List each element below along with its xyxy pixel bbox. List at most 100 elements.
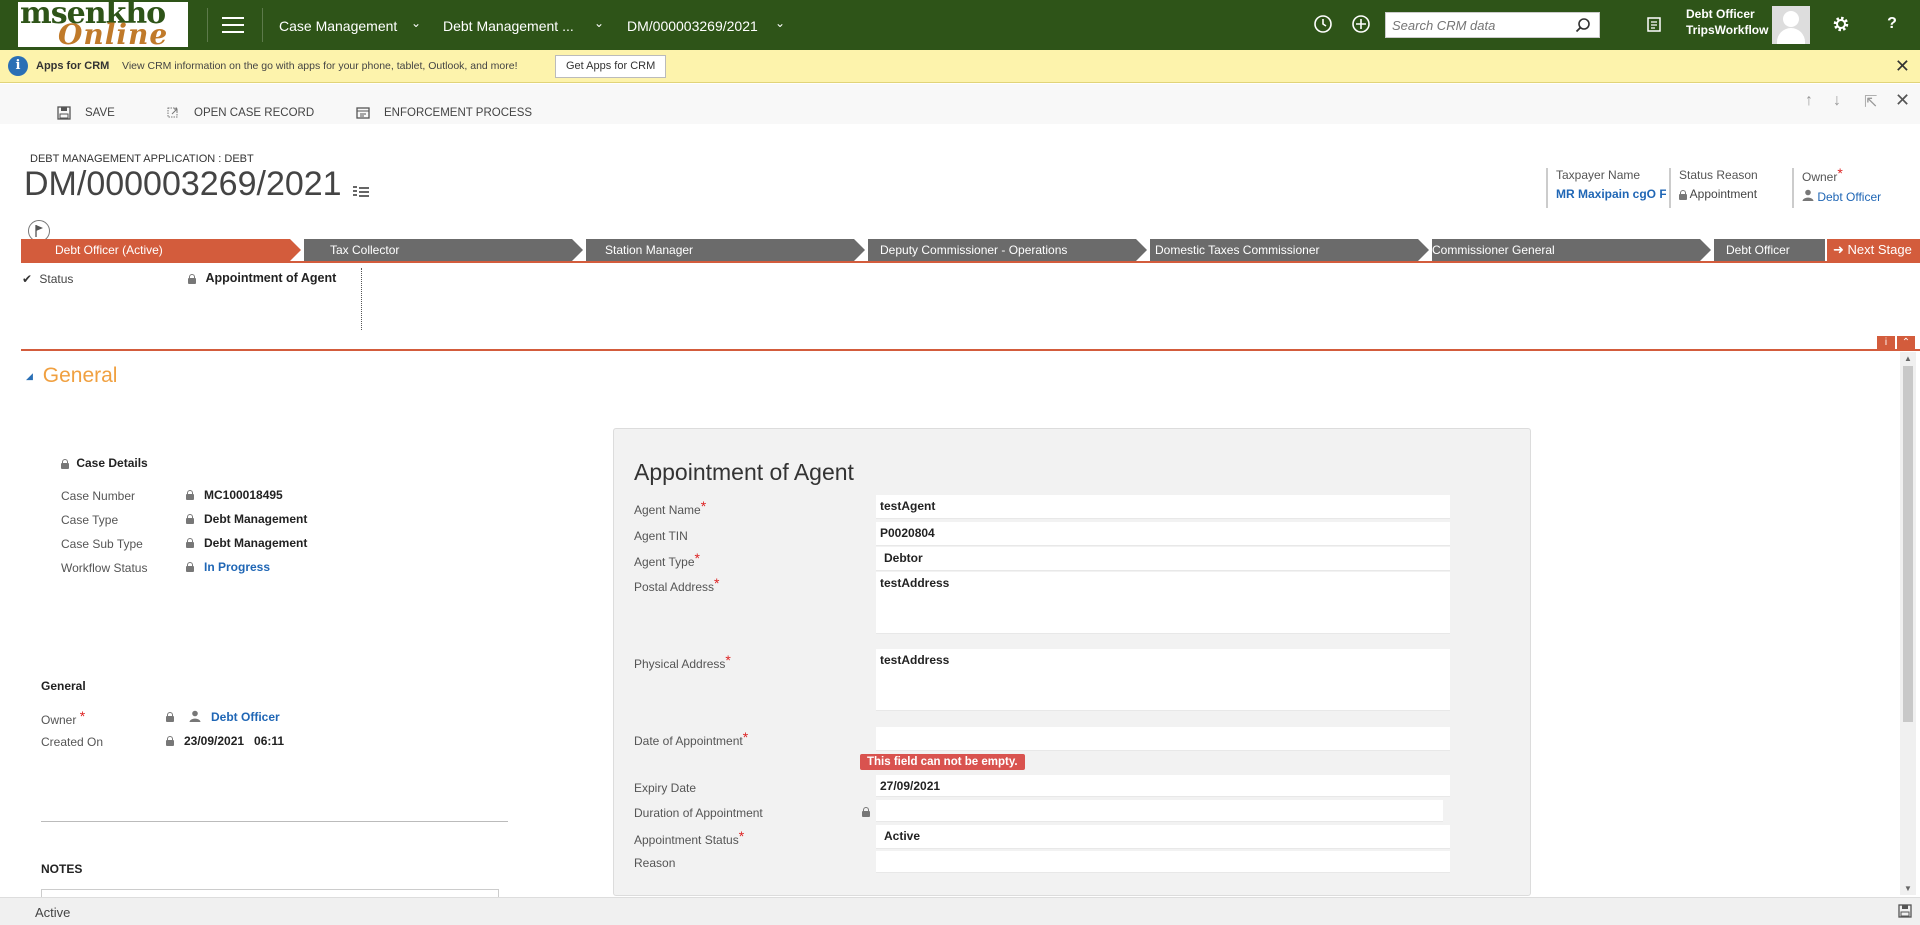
agent-tin-input[interactable]: P0020804 <box>876 522 1450 546</box>
search-box[interactable] <box>1385 12 1600 38</box>
lock-icon <box>1679 189 1687 200</box>
status-label: Status <box>39 272 74 286</box>
recent-history-icon[interactable] <box>1311 12 1335 36</box>
hamburger-menu-icon[interactable] <box>222 17 244 33</box>
case-type-value: Debt Management <box>204 512 308 526</box>
save-label: SAVE <box>85 107 115 119</box>
enforcement-process-button[interactable]: ENFORCEMENT PROCESS <box>356 106 532 120</box>
case-details-title: Case Details <box>61 456 148 470</box>
stage-divider <box>361 268 362 330</box>
stage-debt-officer-final[interactable]: Debt Officer <box>1714 239 1825 261</box>
collapse-triangle-icon[interactable]: ◢ <box>26 371 33 381</box>
vertical-scrollbar[interactable]: ▲ ▼ <box>1900 352 1916 895</box>
next-record-icon[interactable]: ↓ <box>1833 92 1841 110</box>
physical-address-label: Physical Address* <box>634 652 731 671</box>
general-section-header[interactable]: ◢ General <box>26 364 117 388</box>
header-owner: Owner* Debt Officer <box>1792 165 1898 208</box>
lock-icon <box>862 807 870 817</box>
date-of-appointment-input[interactable] <box>876 727 1450 751</box>
scroll-up-icon[interactable]: ▲ <box>1904 354 1912 363</box>
close-record-icon[interactable]: ✕ <box>1895 90 1910 111</box>
next-stage-label: Next Stage <box>1847 242 1912 257</box>
physical-address-input[interactable]: testAddress <box>876 649 1450 711</box>
popout-icon[interactable]: ⇱ <box>1864 92 1877 112</box>
date-of-appointment-label: Date of Appointment* <box>634 729 749 748</box>
stage-label: Deputy Commissioner - Operations <box>880 243 1068 257</box>
nav-debt-management[interactable]: Debt Management ... <box>443 18 574 34</box>
search-input[interactable] <box>1386 13 1566 37</box>
next-stage-button[interactable]: ➜ Next Stage <box>1825 239 1920 261</box>
appointment-of-agent-panel: Appointment of Agent Agent Name* testAge… <box>613 428 1531 896</box>
user-info[interactable]: Debt Officer TripsWorkflow <box>1686 6 1768 38</box>
page-title: DM/000003269/2021 <box>24 165 342 203</box>
close-icon[interactable]: ✕ <box>1895 56 1910 77</box>
settings-gear-icon[interactable] <box>1829 12 1853 36</box>
case-sub-type-label: Case Sub Type <box>61 537 143 551</box>
open-case-record-button[interactable]: OPEN CASE RECORD <box>166 106 314 120</box>
footer-save-icon[interactable] <box>1898 904 1912 918</box>
header-field-value-wrap: Appointment <box>1679 187 1769 201</box>
task-list-icon[interactable] <box>1643 12 1667 36</box>
agent-tin-label: Agent TIN <box>634 529 688 543</box>
status-value[interactable]: Appointment of Agent <box>188 271 336 285</box>
stage-commissioner-general[interactable]: Commissioner General <box>1432 239 1714 261</box>
check-icon: ✔ <box>22 272 33 286</box>
scrollbar-thumb[interactable] <box>1903 366 1913 722</box>
stage-deputy-commissioner[interactable]: Deputy Commissioner - Operations <box>868 239 1150 261</box>
owner-user-icon <box>189 710 201 725</box>
nav-record[interactable]: DM/000003269/2021 <box>627 18 758 34</box>
collapse-process-icon[interactable]: ⌃ <box>1897 336 1915 349</box>
divider <box>41 821 508 822</box>
avatar[interactable] <box>1772 6 1810 44</box>
agent-name-input[interactable]: testAgent <box>876 495 1450 519</box>
create-new-icon[interactable] <box>1349 12 1373 36</box>
chevron-down-icon[interactable]: ⌄ <box>594 16 604 30</box>
nav-divider <box>262 8 263 42</box>
agent-type-label: Agent Type* <box>634 550 700 569</box>
header-field-value[interactable]: MR Maxipain cgO F <box>1556 187 1666 201</box>
header-field-value: Appointment <box>1689 187 1758 201</box>
stage-domestic-taxes-commissioner[interactable]: Domestic Taxes Commissioner <box>1150 239 1432 261</box>
header-status-reason: Status Reason Appointment <box>1669 168 1769 208</box>
postal-address-input[interactable]: testAddress <box>876 572 1450 634</box>
notes-box[interactable] <box>41 889 499 897</box>
previous-record-icon[interactable]: ↑ <box>1805 92 1813 110</box>
user-role: Debt Officer <box>1686 7 1755 21</box>
header-field-value: Debt Officer <box>1817 190 1882 204</box>
duration-input <box>876 800 1443 822</box>
help-icon[interactable]: ? <box>1880 12 1904 36</box>
duration-label: Duration of Appointment <box>634 806 763 820</box>
owner-value[interactable]: Debt Officer <box>211 710 280 724</box>
user-org: TripsWorkflow <box>1686 23 1769 37</box>
scroll-down-icon[interactable]: ▼ <box>1904 884 1912 893</box>
get-apps-button[interactable]: Get Apps for CRM <box>555 55 667 78</box>
header-field-value-wrap[interactable]: Debt Officer <box>1802 189 1898 204</box>
case-sub-type-value: Debt Management <box>204 536 308 550</box>
notification-bar: i Apps for CRM View CRM information on t… <box>0 50 1920 83</box>
nav-case-management[interactable]: Case Management <box>279 18 397 34</box>
stage-station-manager[interactable]: Station Manager <box>586 239 868 261</box>
stage-tax-collector[interactable]: Tax Collector <box>304 239 586 261</box>
field-error-tooltip: This field can not be empty. <box>860 754 1025 770</box>
stage-debt-officer-active[interactable]: Debt Officer (Active) <box>21 239 304 261</box>
expiry-date-input[interactable]: 27/09/2021 <box>876 775 1450 797</box>
header-field-label: Owner* <box>1802 165 1843 184</box>
save-button[interactable]: SAVE <box>57 106 115 120</box>
process-underline <box>21 261 1920 263</box>
chevron-down-icon[interactable]: ⌄ <box>411 16 421 30</box>
agent-type-select[interactable]: Debtor <box>876 547 1450 571</box>
form-selector-icon[interactable] <box>353 186 369 198</box>
expiry-date-label: Expiry Date <box>634 781 697 795</box>
reason-input[interactable] <box>876 851 1450 873</box>
appointment-status-select[interactable]: Active <box>876 825 1450 849</box>
process-info-icon[interactable]: i <box>1877 336 1895 349</box>
msenkho-online-logo[interactable]: msenkho Online <box>18 2 188 47</box>
general-subsection-title: General <box>41 679 86 693</box>
created-on-label: Created On <box>41 735 104 749</box>
workflow-status-value[interactable]: In Progress <box>204 560 270 574</box>
chevron-down-icon[interactable]: ⌄ <box>775 16 785 30</box>
search-icon[interactable] <box>1575 17 1591 36</box>
notification-title: Apps for CRM <box>36 60 110 72</box>
stage-label: Tax Collector <box>330 243 400 257</box>
command-bar: SAVE OPEN CASE RECORD ENFORCEMENT PROCES… <box>0 84 1920 124</box>
